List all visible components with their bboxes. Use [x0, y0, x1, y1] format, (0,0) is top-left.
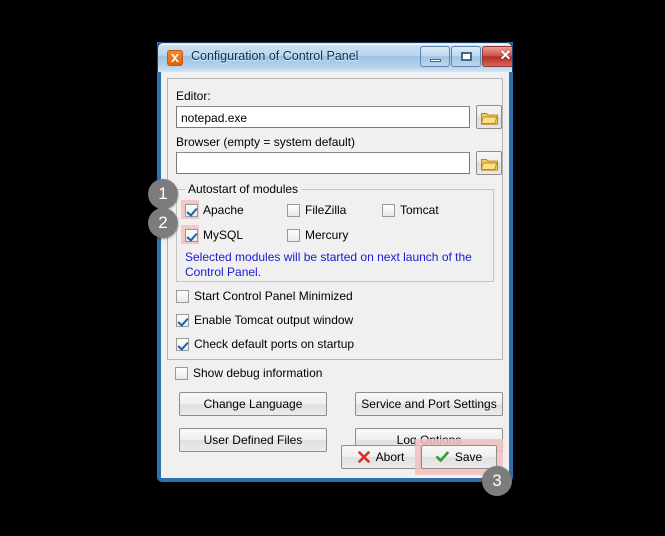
autostart-filezilla-row[interactable]: FileZilla [287, 203, 346, 217]
annotation-badge-3: 3 [482, 466, 512, 496]
folder-icon [481, 113, 498, 125]
start-minimized-label: Start Control Panel Minimized [194, 289, 353, 303]
browser-browse-button[interactable] [476, 151, 502, 175]
editor-input[interactable]: notepad.exe [176, 106, 470, 128]
maximize-icon [452, 47, 480, 66]
abort-label: Abort [375, 450, 405, 464]
autostart-mercury-row[interactable]: Mercury [287, 228, 348, 242]
xampp-icon [167, 50, 183, 66]
change-language-label: Change Language [203, 397, 303, 411]
annotation-badge-1: 1 [148, 179, 178, 209]
settings-panel: Editor: notepad.exe Browser (empty = sys… [167, 78, 503, 360]
option-check-ports-row[interactable]: Check default ports on startup [176, 337, 354, 351]
editor-label: Editor: [176, 89, 211, 103]
autostart-tomcat-row[interactable]: Tomcat [382, 203, 439, 217]
annotation-badge-3-number: 3 [492, 471, 502, 490]
annotation-badge-2-number: 2 [158, 213, 168, 232]
annotation-badge-1-number: 1 [158, 184, 168, 203]
red-x-icon [357, 451, 370, 463]
filezilla-label: FileZilla [305, 203, 347, 217]
tomcat-checkbox[interactable] [382, 203, 395, 217]
autostart-groupbox-title: Autostart of modules [185, 182, 302, 196]
save-button[interactable]: Save [421, 445, 497, 469]
autostart-mysql-row[interactable]: MySQL [185, 228, 243, 242]
save-label: Save [454, 450, 483, 464]
tomcat-output-label: Enable Tomcat output window [194, 313, 354, 327]
apache-checkbox[interactable] [185, 203, 198, 217]
window-titlebar: Configuration of Control Panel ✕ [157, 42, 513, 72]
folder-icon [481, 159, 498, 171]
user-defined-files-button[interactable]: User Defined Files [179, 428, 327, 452]
window-title: Configuration of Control Panel [191, 49, 359, 63]
option-start-minimized-row[interactable]: Start Control Panel Minimized [176, 289, 353, 303]
check-ports-checkbox[interactable] [176, 337, 189, 351]
mercury-label: Mercury [305, 228, 349, 242]
browser-input[interactable] [176, 152, 470, 174]
minimize-icon [421, 47, 449, 66]
window-client-area: Editor: notepad.exe Browser (empty = sys… [161, 72, 509, 478]
autostart-apache-row[interactable]: Apache [185, 203, 244, 217]
editor-browse-button[interactable] [476, 105, 502, 129]
browser-label: Browser (empty = system default) [176, 135, 356, 149]
tomcat-output-checkbox[interactable] [176, 313, 189, 327]
abort-button[interactable]: Abort [341, 445, 421, 469]
option-tomcat-output-row[interactable]: Enable Tomcat output window [176, 313, 353, 327]
apache-label: Apache [203, 203, 244, 217]
check-ports-label: Check default ports on startup [194, 337, 355, 351]
maximize-button[interactable] [451, 46, 481, 67]
filezilla-checkbox[interactable] [287, 203, 300, 217]
mysql-checkbox[interactable] [185, 228, 198, 242]
minimize-button[interactable] [420, 46, 450, 67]
option-show-debug-row[interactable]: Show debug information [175, 366, 322, 380]
close-icon: ✕ [499, 49, 512, 64]
mercury-checkbox[interactable] [287, 228, 300, 242]
green-check-icon [435, 451, 449, 463]
service-and-port-settings-label: Service and Port Settings [361, 397, 497, 411]
close-button[interactable]: ✕ [482, 46, 512, 67]
service-and-port-settings-button[interactable]: Service and Port Settings [355, 392, 503, 416]
show-debug-label: Show debug information [193, 366, 323, 380]
change-language-button[interactable]: Change Language [179, 392, 327, 416]
mysql-label: MySQL [203, 228, 244, 242]
autostart-groupbox: Autostart of modules Apache FileZilla To… [176, 182, 494, 282]
annotation-badge-2: 2 [148, 208, 178, 238]
tomcat-label: Tomcat [400, 203, 439, 217]
show-debug-checkbox[interactable] [175, 366, 188, 380]
start-minimized-checkbox[interactable] [176, 289, 189, 303]
screenshot-root: Configuration of Control Panel ✕ Editor:… [0, 0, 665, 536]
autostart-note: Selected modules will be started on next… [185, 250, 472, 279]
user-defined-files-label: User Defined Files [203, 433, 303, 447]
